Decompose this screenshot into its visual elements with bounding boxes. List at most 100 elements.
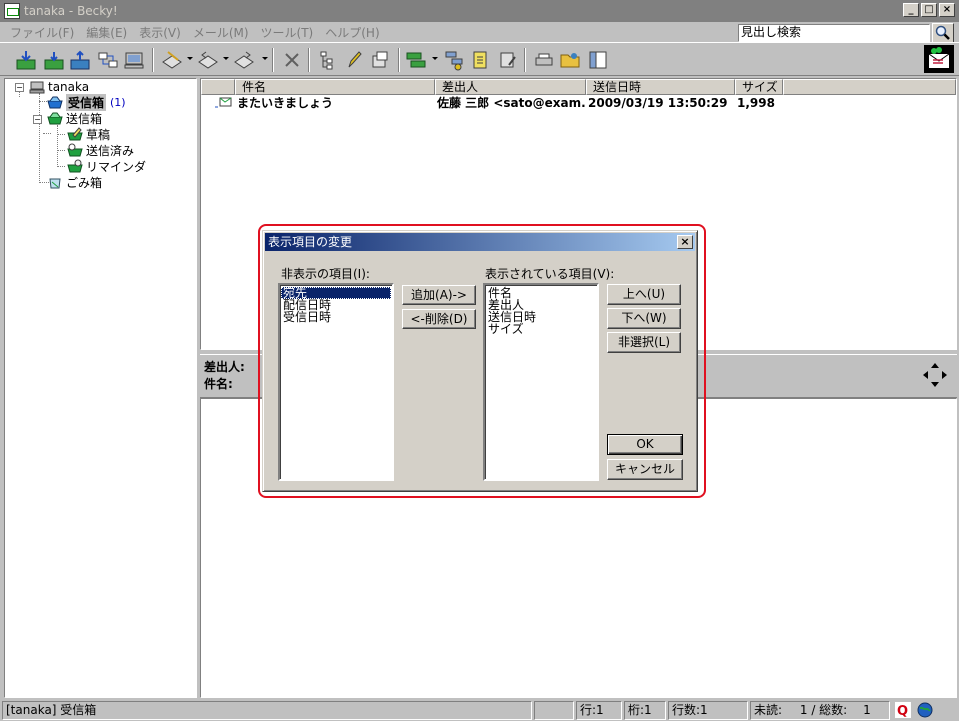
menu-mail[interactable]: メール(M)	[187, 24, 255, 41]
tree-item-reminder[interactable]: リマインダ	[67, 158, 146, 174]
title-bar: tanaka - Becky! _ □ ×	[0, 0, 959, 22]
offline-button[interactable]	[122, 48, 146, 72]
move-down-button[interactable]: 下へ(W)	[607, 308, 681, 329]
status-unread-total: 1 / 総数:	[799, 703, 848, 717]
deselect-button[interactable]: 非選択(L)	[607, 332, 681, 353]
menu-file[interactable]: ファイル(F)	[4, 24, 80, 41]
becky-app-icon	[4, 3, 20, 19]
tree-item-trash[interactable]: ごみ箱	[47, 174, 102, 190]
maximize-button[interactable]: □	[921, 3, 937, 17]
receive-mail-button[interactable]	[14, 48, 38, 72]
filter-icon	[406, 52, 426, 68]
thread-button[interactable]	[316, 48, 340, 72]
tree-item-inbox[interactable]: 受信箱 (1)	[47, 93, 126, 111]
close-window-button[interactable]: ×	[939, 3, 955, 17]
computer-icon	[124, 52, 144, 69]
becky-brand-icon	[924, 45, 954, 73]
window-title: tanaka - Becky!	[24, 4, 118, 18]
folder-button[interactable]	[558, 48, 582, 72]
note-button[interactable]	[496, 48, 520, 72]
shown-items-label: 表示されている項目(V):	[485, 267, 615, 281]
list-item[interactable]: 受信日時	[281, 311, 391, 323]
tree-label: リマインダ	[86, 159, 147, 174]
dialog-close-button[interactable]: ×	[677, 235, 693, 249]
hidden-items-label: 非表示の項目(I):	[281, 267, 370, 281]
forward-dropdown-icon[interactable]	[262, 57, 268, 60]
forward-icon	[234, 51, 254, 69]
status-total: 1	[863, 703, 871, 717]
minimize-button[interactable]: _	[903, 3, 919, 17]
svg-text:Q: Q	[897, 704, 908, 718]
reply-dropdown-icon[interactable]	[223, 57, 229, 60]
receive-all-icon	[16, 51, 36, 70]
memo-button[interactable]	[468, 48, 492, 72]
reply-icon	[198, 51, 218, 69]
reminder-icon	[67, 159, 83, 173]
add-button[interactable]: 追加(A)->	[402, 285, 476, 305]
receive-button[interactable]	[42, 48, 66, 72]
header-search-input[interactable]: 見出し検索	[738, 24, 930, 42]
status-line-count: 行数:1	[668, 701, 748, 720]
navigation-arrows[interactable]	[922, 361, 948, 389]
list-item[interactable]: サイズ	[486, 323, 596, 335]
delete-button[interactable]	[280, 48, 304, 72]
hidden-items-list[interactable]: 宛先 配信日時 受信日時	[278, 283, 394, 481]
column-header-date[interactable]: 送信日時	[586, 79, 735, 95]
tree-item-drafts[interactable]: 草稿	[67, 126, 110, 142]
forward-button[interactable]	[232, 48, 256, 72]
menu-tools[interactable]: ツール(T)	[255, 24, 320, 41]
properties-button[interactable]	[368, 48, 392, 72]
shown-items-list[interactable]: 件名 差出人 送信日時 サイズ	[483, 283, 599, 481]
ok-button[interactable]: OK	[607, 434, 683, 455]
tree-item-sent[interactable]: 送信済み	[67, 142, 134, 158]
message-date: 2009/03/19 13:50:29	[588, 96, 728, 110]
compose-dropdown-icon[interactable]	[187, 57, 193, 60]
search-icon	[935, 25, 950, 40]
column-header-size[interactable]: サイズ	[735, 79, 783, 95]
outbox-icon	[47, 111, 63, 125]
delete-x-icon	[285, 53, 299, 67]
search-button[interactable]	[932, 23, 954, 43]
menu-bar: ファイル(F) 編集(E) 表示(V) メール(M) ツール(T) ヘルプ(H)…	[0, 22, 959, 43]
list-header: 件名 差出人 送信日時 サイズ	[201, 79, 956, 95]
cancel-button[interactable]: キャンセル	[607, 459, 683, 480]
address-book-button[interactable]	[442, 48, 466, 72]
read-mail-icon	[215, 97, 232, 108]
move-up-button[interactable]: 上へ(U)	[607, 284, 681, 305]
tree-collapse-icon[interactable]: −	[15, 83, 24, 92]
folder-tree: − tanaka 受信箱 (1) − 送信箱 草稿 送信済み リマインダ ごみ箱	[4, 78, 197, 698]
receive-icon	[44, 52, 64, 70]
online-globe-icon[interactable]	[917, 702, 933, 718]
tree-label: ごみ箱	[66, 175, 103, 190]
sync-button[interactable]	[96, 48, 120, 72]
message-subject: またいきましょう	[237, 96, 334, 110]
toolbar	[0, 42, 959, 76]
remove-button[interactable]: <-削除(D)	[402, 309, 476, 329]
tree-label: 送信箱	[66, 111, 103, 126]
column-header-icon[interactable]	[201, 79, 235, 95]
column-header-subject[interactable]: 件名	[235, 79, 435, 95]
filter-dropdown-icon[interactable]	[432, 57, 438, 60]
pencil-icon	[348, 51, 362, 68]
print-button[interactable]	[532, 48, 556, 72]
message-status-cell	[201, 95, 235, 112]
compose-button[interactable]	[160, 48, 184, 72]
table-row[interactable]: またいきましょう 佐藤 三郎 <sato@exam... 2009/03/19 …	[201, 95, 783, 112]
tree-collapse-icon[interactable]: −	[33, 115, 42, 124]
message-size: 1,998	[737, 96, 775, 110]
menu-edit[interactable]: 編集(E)	[80, 24, 133, 41]
toolbar-separator	[308, 48, 310, 72]
menu-help[interactable]: ヘルプ(H)	[319, 24, 385, 41]
four-way-arrows-icon	[923, 363, 947, 387]
edit-button[interactable]	[342, 48, 366, 72]
column-header-sender[interactable]: 差出人	[435, 79, 586, 95]
menu-view[interactable]: 表示(V)	[133, 24, 187, 41]
status-column: 桁:1	[624, 701, 666, 720]
reply-button[interactable]	[196, 48, 220, 72]
tree-item-outbox[interactable]: 送信箱	[47, 110, 102, 126]
send-receive-button[interactable]	[68, 48, 92, 72]
quick-search-q-icon[interactable]: Q	[895, 702, 911, 719]
filter-button[interactable]	[404, 48, 428, 72]
address-book-icon	[445, 51, 463, 71]
layout-button[interactable]	[586, 48, 610, 72]
